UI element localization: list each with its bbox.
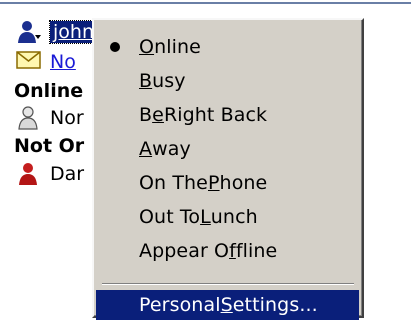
menu-item-text: ettings... <box>232 294 318 316</box>
menu-item-text: way <box>152 138 191 160</box>
menu-item-accelerator: L <box>200 206 211 228</box>
menu-item-busy[interactable]: Busy <box>96 64 359 98</box>
menu-item-text: hone <box>219 172 268 194</box>
menu-item-text: On The <box>139 172 208 194</box>
group-offline-label: Not Or <box>14 135 85 157</box>
menu-item-accelerator: O <box>139 36 155 58</box>
menu-item-text: usy <box>152 70 186 92</box>
menu-item-on-the-phone[interactable]: On The Phone <box>96 166 359 200</box>
contact-online-name[interactable]: Nor <box>50 107 84 129</box>
menu-separator <box>102 283 354 285</box>
menu-item-out-to-lunch[interactable]: Out To Lunch <box>96 200 359 234</box>
menu-item-be-right-back[interactable]: Be Right Back <box>96 98 359 132</box>
menu-item-text: Personal <box>139 294 221 316</box>
menu-item-text: Right Back <box>163 104 268 126</box>
menu-item-personal-settings[interactable]: Personal Settings... <box>96 290 359 320</box>
menu-item-text: nline <box>154 36 201 58</box>
contact-online-row[interactable]: Nor <box>16 104 84 132</box>
window-top-border <box>0 2 411 4</box>
user-offline-icon <box>16 161 42 187</box>
menu-item-text: Out To <box>139 206 201 228</box>
menu-item-accelerator: A <box>139 138 153 160</box>
menu-item-text: unch <box>210 206 258 228</box>
menu-item-accelerator: P <box>207 172 220 194</box>
menu-item-accelerator: e <box>152 104 164 126</box>
new-mail-row[interactable]: No <box>16 48 76 76</box>
menu-item-accelerator: B <box>139 70 153 92</box>
menu-item-text: Appear O <box>139 240 230 262</box>
menu-item-text: B <box>139 104 153 126</box>
menu-item-accelerator: f <box>229 240 236 262</box>
menu-item-online[interactable]: Online <box>96 30 359 64</box>
user-online-icon <box>16 105 42 131</box>
user-status-icon[interactable] <box>16 19 42 45</box>
checked-bullet-icon <box>110 42 120 52</box>
current-user-row[interactable]: john <box>16 18 103 46</box>
group-offline-header[interactable]: Not Or <box>14 132 84 160</box>
new-mail-link[interactable]: No <box>50 51 76 73</box>
menu-item-away[interactable]: Away <box>96 132 359 166</box>
group-online-header[interactable]: Online <box>14 77 83 105</box>
contact-offline-name[interactable]: Dar <box>50 163 84 185</box>
menu-item-accelerator: S <box>220 294 233 316</box>
menu-item-text: fline <box>235 240 278 262</box>
menu-item-appear-offline[interactable]: Appear Of fline <box>96 234 359 268</box>
contact-offline-row[interactable]: Dar <box>16 160 84 188</box>
envelope-icon <box>16 49 42 75</box>
group-online-label: Online <box>14 80 84 102</box>
status-context-menu: Online Busy Be Right Back Away On The Ph… <box>92 18 364 320</box>
